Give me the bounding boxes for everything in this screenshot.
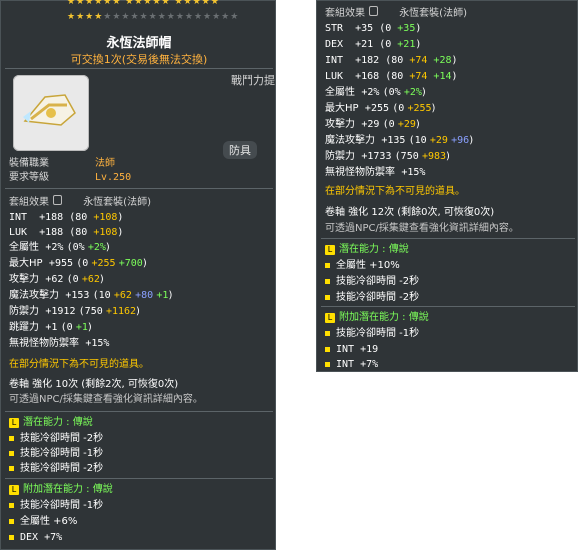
star-force-row-top: ★★★★★★ ★★★★★ ★★★★★ — [67, 0, 220, 7]
bullet-icon — [9, 518, 14, 524]
bullet-icon — [325, 361, 330, 367]
stat-all: 全屬性 +2% (0% +2%) — [325, 87, 426, 98]
stat-int: INT +188 (80 +108) — [9, 212, 124, 223]
potential-line: 技能冷卻時間 -2秒 — [9, 432, 103, 445]
bullet-icon — [9, 534, 14, 540]
lock-icon — [53, 195, 62, 205]
stat-str: STR +35 (0 +35) — [325, 23, 422, 34]
stat-matk: 魔法攻擊力 +153 (10 +62 +80 +1) — [9, 290, 173, 301]
potential-line: 技能冷卻時間 -1秒 — [9, 447, 103, 460]
additional-potential-line: 全屬性 +6% — [9, 515, 77, 528]
bullet-icon — [9, 465, 14, 471]
legendary-tag-icon: L — [325, 245, 335, 255]
req-level-row: 要求等級 Lv.250 — [9, 172, 132, 183]
divider — [5, 411, 273, 412]
potential-header: 潛在能力 : 傳說 — [23, 417, 93, 428]
stat-def: 防禦力 +1733 (750 +983) — [325, 151, 450, 162]
bullet-icon — [9, 450, 14, 456]
stat-def: 防禦力 +1912 (750 +1162) — [9, 306, 140, 317]
stat-matk: 魔法攻擊力 +135 (10 +29 +96) — [325, 135, 474, 146]
additional-potential-header: 附加潛在能力 : 傳說 — [23, 484, 113, 495]
divider — [5, 478, 273, 479]
bullet-icon — [325, 262, 330, 268]
potential-header: 潛在能力 : 傳說 — [339, 244, 409, 255]
legendary-tag-icon: L — [9, 418, 19, 428]
stat-hp: 最大HP +255 (0 +255) — [325, 103, 436, 114]
npc-hint: 可透過NPC/採集鍵查看強化資訊詳細內容。 — [9, 394, 203, 405]
wizard-hat-icon — [23, 94, 76, 126]
stat-atk: 攻擊力 +29 (0 +29) — [325, 119, 420, 130]
bullet-icon — [325, 330, 330, 336]
stat-ied: 無視怪物防禦率 +15% — [325, 167, 426, 178]
additional-potential-line: 技能冷卻時間 -1秒 — [9, 499, 103, 512]
additional-potential-line: INT +7% — [325, 358, 378, 371]
additional-potential-line: DEX +7% — [9, 531, 62, 544]
potential-line: 技能冷卻時間 -2秒 — [325, 275, 419, 288]
additional-potential-line: INT +19 — [325, 343, 378, 356]
bullet-icon — [9, 502, 14, 508]
potential-line: 全屬性 +10% — [325, 259, 400, 272]
partial-visibility-note: 在部分情況下為不可見的道具。 — [325, 186, 465, 197]
legendary-tag-icon: L — [9, 485, 19, 495]
bullet-icon — [325, 294, 330, 300]
stat-atk: 攻擊力 +62 (0 +62) — [9, 274, 104, 285]
star-force-row: ★★★★★★★★★★★★★★★★★★★ — [67, 12, 240, 22]
divider — [5, 188, 273, 189]
bullet-icon — [9, 435, 14, 441]
item-tooltip-right: 套組效果 永恆套裝(法師) STR +35 (0 +35) DEX +21 (0… — [316, 0, 578, 372]
divider — [5, 68, 273, 69]
stat-jump: 跳躍力 +1 (0 +1) — [9, 322, 92, 333]
item-name: 永恆法師帽 — [106, 36, 172, 51]
equip-job-row: 裝備職業 法師 — [9, 158, 115, 169]
combat-power-label: 戰鬥力提 — [231, 74, 275, 87]
divider — [321, 238, 575, 239]
additional-potential-header: 附加潛在能力 : 傳說 — [339, 312, 429, 323]
stat-ied: 無視怪物防禦率 +15% — [9, 338, 110, 349]
potential-line: 技能冷卻時間 -2秒 — [325, 291, 419, 304]
additional-potential-line: 技能冷卻時間 -1秒 — [325, 327, 419, 340]
stat-dex: DEX +21 (0 +21) — [325, 39, 422, 50]
scroll-upgrade-line: 卷軸 強化 12次 (剩餘0次, 可恢復0次) — [325, 207, 495, 218]
stat-luk: LUK +168 (80 +74 +14) — [325, 71, 458, 82]
stat-hp: 最大HP +955 (0 +255 +700) — [9, 258, 147, 269]
potential-line: 技能冷卻時間 -2秒 — [9, 462, 103, 475]
set-effect-row: 套組效果 永恆套裝(法師) — [9, 195, 151, 208]
bullet-icon — [325, 278, 330, 284]
stat-int: INT +182 (80 +74 +28) — [325, 55, 458, 66]
set-effect-row: 套組效果 永恆套裝(法師) — [325, 6, 467, 19]
stat-luk: LUK +188 (80 +108) — [9, 227, 124, 238]
scroll-upgrade-line: 卷軸 強化 10次 (剩餘2次, 可恢復0次) — [9, 379, 179, 390]
item-tooltip-left: ★★★★★★ ★★★★★ ★★★★★ ★★★★★★★★★★★★★★★★★★★ 永… — [0, 0, 276, 550]
partial-visibility-note: 在部分情況下為不可見的道具。 — [9, 359, 149, 370]
lock-icon — [369, 6, 378, 16]
stat-all: 全屬性 +2% (0% +2%) — [9, 242, 110, 253]
legendary-tag-icon: L — [325, 313, 335, 323]
npc-hint: 可透過NPC/採集鍵查看強化資訊詳細內容。 — [325, 223, 519, 234]
divider — [321, 306, 575, 307]
trade-note: 可交換1次(交易後無法交換) — [70, 53, 208, 66]
tab-armor[interactable]: 防具 — [223, 141, 257, 159]
bullet-icon — [325, 346, 330, 352]
